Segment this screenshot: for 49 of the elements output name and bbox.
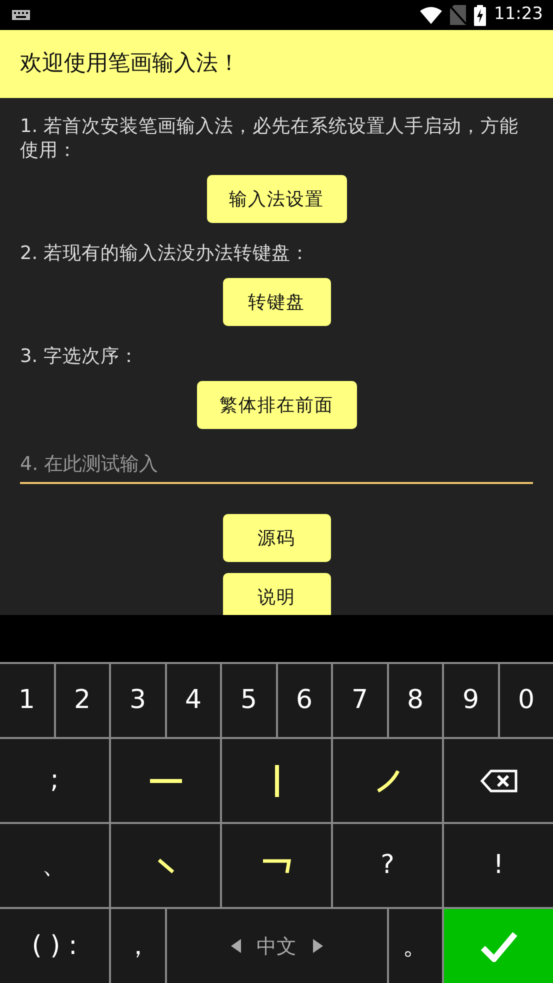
backspace-key[interactable]: [444, 739, 553, 822]
keyboard-icon: [12, 10, 30, 20]
left-arrow-icon: [230, 939, 240, 953]
turn-stroke-icon: [262, 858, 290, 872]
keyboard-key[interactable]: 。: [388, 909, 442, 983]
battery-charging-icon: [474, 4, 486, 26]
stroke-key[interactable]: [111, 739, 220, 822]
keyboard-key[interactable]: 5: [222, 664, 276, 737]
keyboard-key[interactable]: ，: [111, 909, 164, 983]
keyboard-key[interactable]: ?: [333, 824, 442, 907]
keyboard-key[interactable]: !: [444, 824, 553, 907]
action-button[interactable]: 繁体排在前面: [196, 381, 356, 429]
no-sim-icon: [450, 5, 466, 25]
keyboard-key[interactable]: 2: [56, 664, 109, 737]
keyboard-key[interactable]: 9: [444, 664, 498, 737]
keyboard-key[interactable]: 、: [0, 824, 109, 907]
wifi-icon: [420, 6, 442, 24]
stroke-key[interactable]: [222, 824, 331, 907]
keyboard-key[interactable]: 0: [500, 664, 553, 737]
action-button[interactable]: 转键盘: [222, 278, 330, 326]
instruction-text: 1. 若首次安装笔画输入法，必先在系统设置人手启动，方能使用：: [20, 115, 520, 163]
keyboard-key[interactable]: 4: [166, 664, 220, 737]
stroke-key[interactable]: [222, 739, 331, 822]
vertical-stroke-icon: [274, 764, 278, 796]
backspace-icon: [480, 768, 518, 792]
app-title: 欢迎使用笔画输入法！: [20, 50, 240, 78]
instruction-text: 3. 字选次序：: [20, 345, 140, 369]
keyboard-key[interactable]: 8: [388, 664, 442, 737]
right-arrow-icon: [312, 939, 322, 953]
test-input-field[interactable]: 4. 在此测试输入: [20, 446, 533, 484]
keyboard-key[interactable]: ( ) :: [0, 909, 109, 983]
keyboard-key[interactable]: 1: [0, 664, 54, 737]
instruction-text: 2. 若现有的输入法没办法转键盘：: [20, 242, 311, 266]
horizontal-stroke-icon: [150, 778, 182, 782]
language-switch-key[interactable]: 中文: [166, 909, 386, 983]
keyboard-key[interactable]: 6: [278, 664, 331, 737]
left-falling-stroke-icon: [376, 768, 400, 792]
keyboard-key[interactable]: 7: [333, 664, 386, 737]
action-button[interactable]: 输入法设置: [206, 175, 346, 223]
language-label: 中文: [256, 933, 296, 960]
clock-time: 11:23: [494, 3, 543, 26]
keyboard-key[interactable]: ;: [0, 739, 109, 822]
action-button[interactable]: 源码: [222, 514, 330, 562]
dot-stroke-icon: [156, 858, 174, 874]
keyboard-key[interactable]: 3: [111, 664, 164, 737]
enter-key[interactable]: [444, 909, 553, 983]
action-button[interactable]: 说明: [222, 573, 330, 615]
checkmark-icon: [480, 930, 518, 962]
stroke-key[interactable]: [111, 824, 220, 907]
